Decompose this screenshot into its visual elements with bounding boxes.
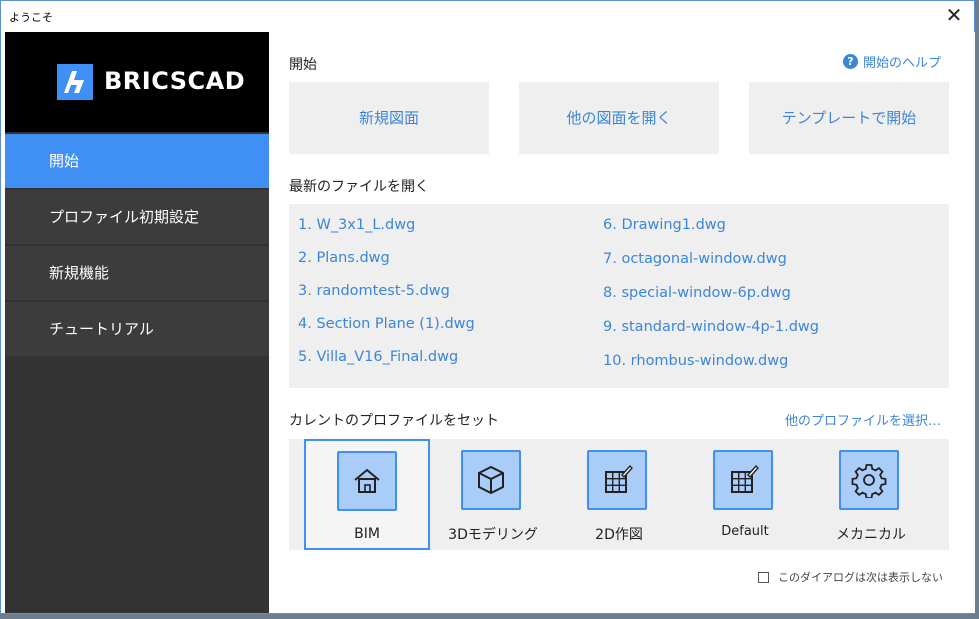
grid-pencil-icon — [713, 450, 773, 510]
profile-label: 3Dモデリング — [448, 527, 538, 543]
help-link-label: 開始のヘルプ — [862, 56, 941, 71]
recent-file-item[interactable]: 10. rhombus-window.dwg — [603, 348, 819, 382]
recent-file-item[interactable]: 6. Drawing1.dwg — [603, 212, 819, 246]
grid-pencil-icon — [587, 450, 647, 510]
recent-file-item[interactable]: 5. Villa_V16_Final.dwg — [298, 344, 475, 377]
close-icon[interactable]: ✕ — [942, 4, 966, 28]
recent-files-list: 1. W_3x1_L.dwg 2. Plans.dwg 3. randomtes… — [289, 204, 949, 388]
profile-label: メカニカル — [836, 527, 906, 543]
open-drawing-button[interactable]: 他の図面を開く — [519, 82, 719, 154]
help-icon: ? — [842, 54, 858, 69]
recent-files-title: 最新のファイルを開く — [289, 179, 429, 195]
profile-mechanical[interactable]: メカニカル — [808, 439, 934, 550]
logo-text: BRICSCAD — [104, 67, 246, 95]
dont-show-label: このダイアログは次は表示しない — [778, 571, 943, 584]
template-start-button[interactable]: テンプレートで開始 — [749, 82, 949, 154]
profile-bim[interactable]: BIM — [304, 439, 430, 550]
main-panel: 開始 ? 開始のヘルプ 新規図面 他の図面を開く テンプレートで開始 最新のファ… — [269, 32, 975, 613]
profile-label: BIM — [354, 526, 380, 542]
recent-file-item[interactable]: 8. special-window-6p.dwg — [603, 280, 819, 314]
recent-file-item[interactable]: 2. Plans.dwg — [298, 245, 475, 278]
new-drawing-button[interactable]: 新規図面 — [289, 82, 489, 154]
select-other-profile-link[interactable]: 他のプロファイルを選択… — [785, 410, 941, 429]
sidebar-nav: 開始 プロファイル初期設定 新規機能 チュートリアル — [5, 134, 269, 356]
recent-file-item[interactable]: 9. standard-window-4p-1.dwg — [603, 314, 819, 348]
recent-file-item[interactable]: 7. octagonal-window.dwg — [603, 246, 819, 280]
recent-files-column-right: 6. Drawing1.dwg 7. octagonal-window.dwg … — [603, 212, 819, 382]
gear-icon — [839, 450, 899, 510]
sidebar-item-new-features[interactable]: 新規機能 — [5, 246, 269, 300]
profile-selector: BIM 3Dモデリング 2D作図 Default メカニカル — [289, 439, 949, 550]
profile-3d-modeling[interactable]: 3Dモデリング — [430, 439, 556, 550]
recent-files-column-left: 1. W_3x1_L.dwg 2. Plans.dwg 3. randomtes… — [298, 212, 475, 377]
sidebar-item-tutorial[interactable]: チュートリアル — [5, 302, 269, 356]
welcome-dialog: ようこそ ✕ BRICSCAD 開始 プロファイル初期設定 新規機能 チュートリ… — [0, 0, 975, 614]
profile-label: Default — [721, 524, 769, 539]
dont-show-again: このダイアログは次は表示しない — [758, 569, 943, 585]
profile-default[interactable]: Default — [682, 439, 808, 550]
title-bar: ようこそ ✕ — [1, 1, 974, 31]
recent-file-item[interactable]: 1. W_3x1_L.dwg — [298, 212, 475, 245]
help-link[interactable]: ? 開始のヘルプ — [842, 52, 941, 71]
profile-2d-drafting[interactable]: 2D作図 — [556, 439, 682, 550]
logo: BRICSCAD — [5, 32, 269, 132]
profile-title: カレントのプロファイルをセット — [289, 413, 499, 429]
window-title: ようこそ — [9, 11, 53, 24]
profile-label: 2D作図 — [595, 527, 643, 543]
recent-file-item[interactable]: 4. Section Plane (1).dwg — [298, 311, 475, 344]
dont-show-checkbox[interactable] — [758, 571, 769, 583]
house-icon — [337, 451, 397, 511]
sidebar-item-profile-settings[interactable]: プロファイル初期設定 — [5, 190, 269, 244]
cube-icon — [461, 450, 521, 510]
recent-file-item[interactable]: 3. randomtest-5.dwg — [298, 278, 475, 311]
bricscad-logo-icon — [57, 64, 93, 100]
sidebar: BRICSCAD 開始 プロファイル初期設定 新規機能 チュートリアル — [5, 32, 269, 613]
sidebar-item-start[interactable]: 開始 — [5, 134, 269, 188]
start-title: 開始 — [289, 57, 317, 73]
